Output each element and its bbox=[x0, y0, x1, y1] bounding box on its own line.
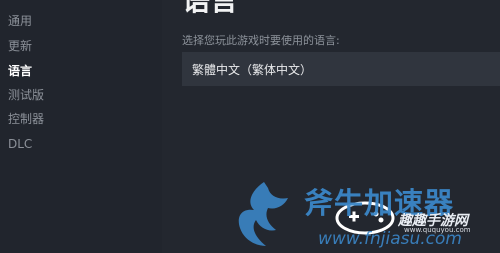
sidebar-item-controller[interactable]: 控制器 bbox=[8, 110, 44, 128]
settings-sidebar: 通用 更新 语言 测试版 控制器 DLC bbox=[0, 0, 162, 253]
settings-main-panel: 语言 选择您玩此游戏时要使用的语言: 繁體中文（繁体中文） bbox=[162, 0, 500, 253]
language-dropdown[interactable]: 繁體中文（繁体中文） bbox=[182, 52, 500, 86]
sidebar-item-language[interactable]: 语言 bbox=[8, 62, 32, 80]
sidebar-item-updates[interactable]: 更新 bbox=[8, 37, 32, 55]
sidebar-item-general[interactable]: 通用 bbox=[8, 12, 32, 30]
page-title: 语言 bbox=[182, 0, 239, 17]
language-section-label: 选择您玩此游戏时要使用的语言: bbox=[182, 34, 340, 47]
sidebar-item-betas[interactable]: 测试版 bbox=[8, 86, 44, 104]
sidebar-item-dlc[interactable]: DLC bbox=[8, 135, 32, 153]
language-dropdown-value: 繁體中文（繁体中文） bbox=[192, 63, 313, 77]
